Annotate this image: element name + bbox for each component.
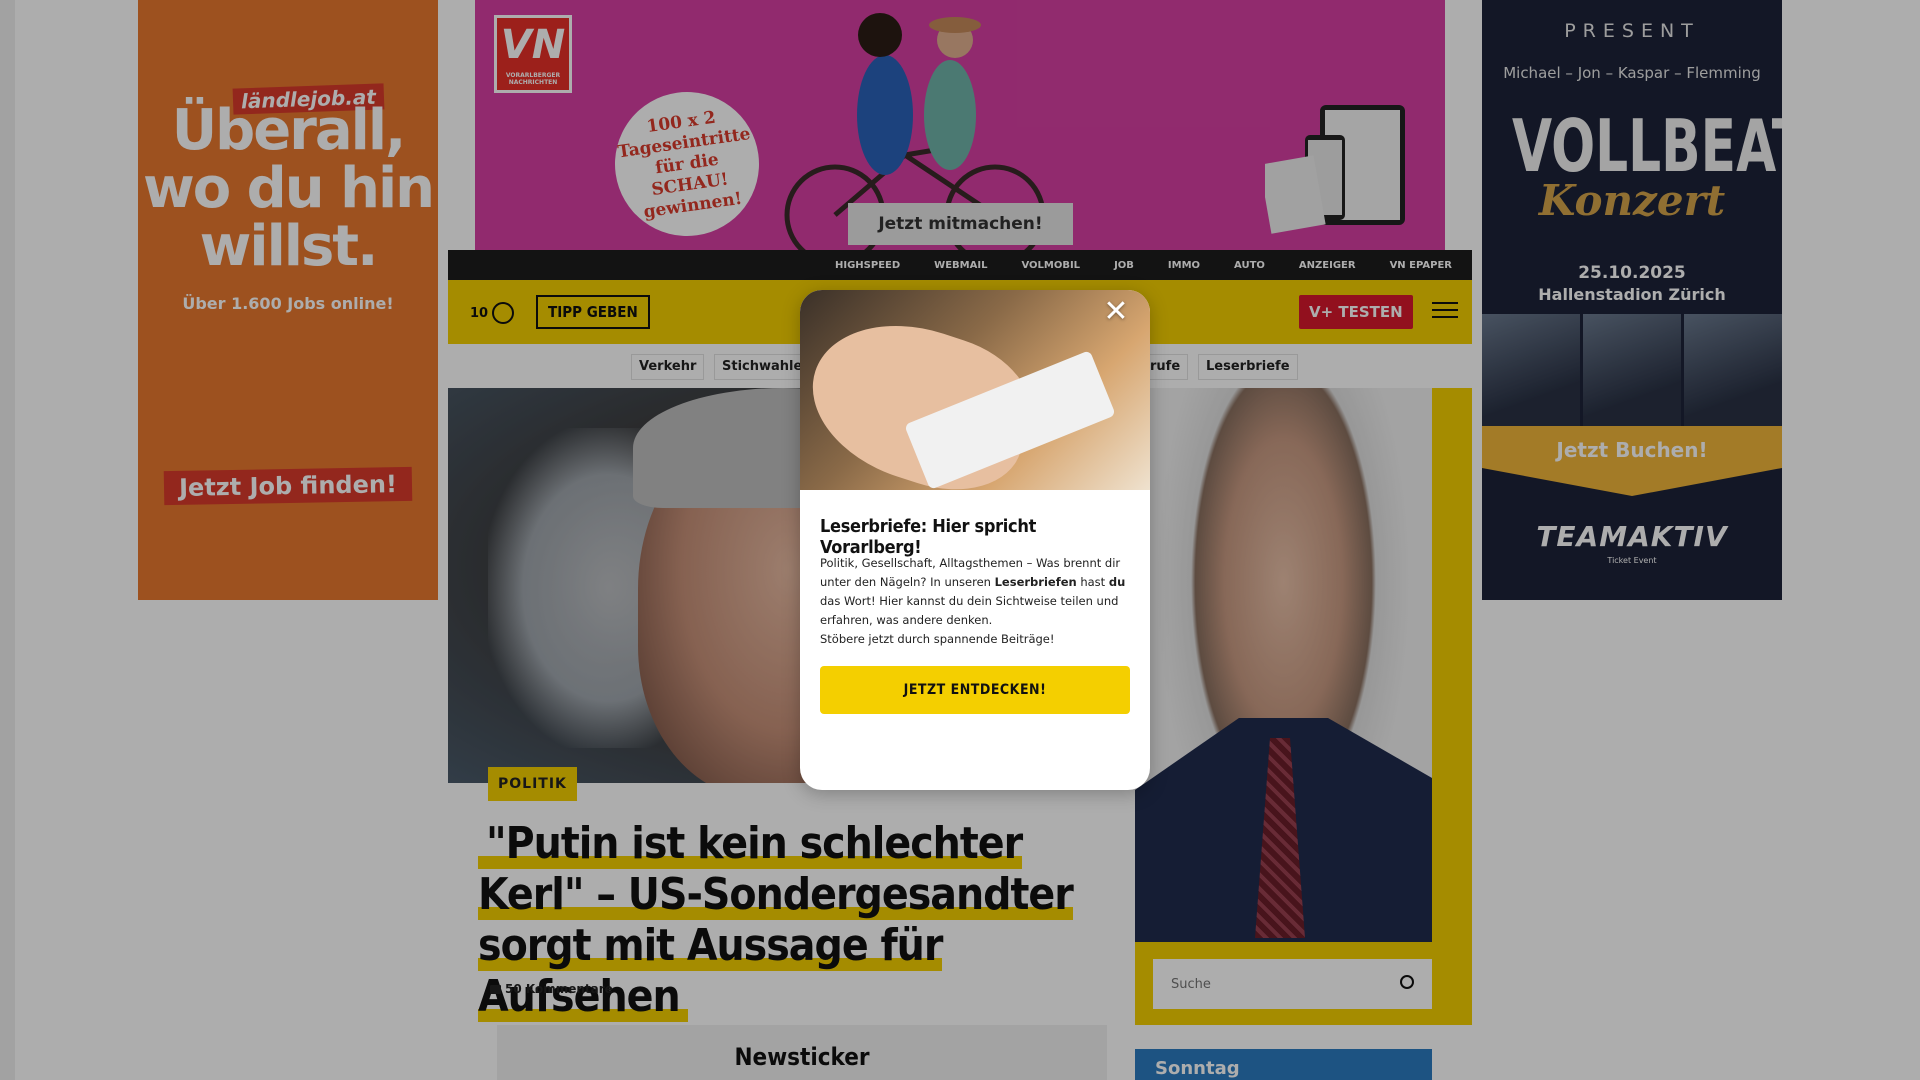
- modal-body-text: das Wort! Hier kannst du dein Sichtweise…: [820, 594, 1119, 627]
- modal-body-bold: du: [1108, 575, 1126, 589]
- modal-body-text: hast: [1076, 575, 1109, 589]
- jetzt-entdecken-button[interactable]: JETZT ENTDECKEN!: [820, 666, 1130, 714]
- modal-body: Politik, Gesellschaft, Alltagsthemen – W…: [820, 554, 1135, 649]
- close-icon[interactable]: ✕: [1098, 294, 1134, 330]
- modal-body-bold: Leserbriefen: [994, 575, 1077, 589]
- modal-body-text: Stöbere jetzt durch spannende Beiträge!: [820, 632, 1055, 646]
- leserbriefe-modal: ✕ Leserbriefe: Hier spricht Vorarlberg! …: [800, 290, 1150, 790]
- modal-title: Leserbriefe: Hier spricht Vorarlberg!: [820, 516, 1037, 558]
